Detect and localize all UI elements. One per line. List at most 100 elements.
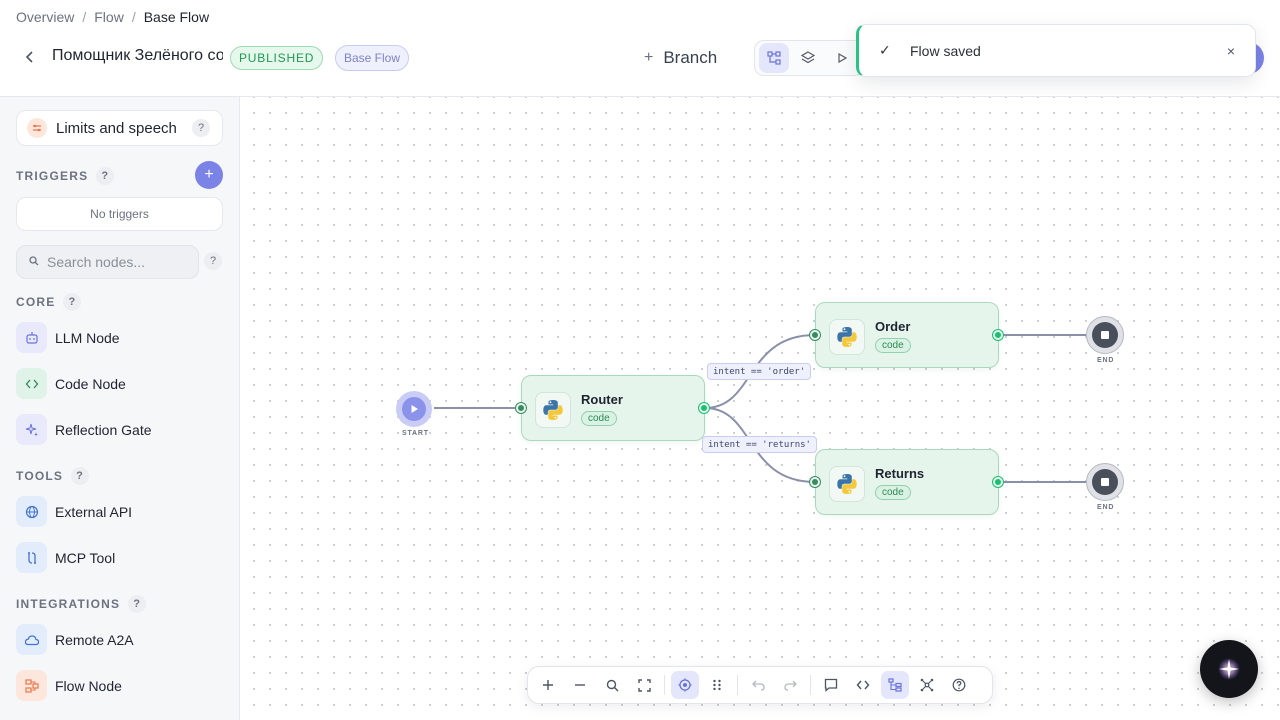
crosshair-icon	[678, 678, 692, 692]
breadcrumb-overview[interactable]: Overview	[16, 9, 74, 25]
view-toggle	[754, 40, 864, 76]
comments-button[interactable]	[817, 671, 845, 699]
fit-view-button[interactable]	[630, 671, 658, 699]
palette-item-remote-a2a[interactable]: Remote A2A	[16, 624, 134, 655]
breadcrumb-flow[interactable]: Flow	[94, 9, 124, 25]
branch-label: Branch	[663, 48, 718, 67]
search-input[interactable]	[47, 254, 187, 270]
auto-layout-button[interactable]	[881, 671, 909, 699]
palette-item-label: LLM Node	[55, 329, 120, 346]
help-icon[interactable]: ?	[192, 119, 210, 137]
input-handle[interactable]	[516, 403, 526, 413]
node-type-tag: code	[875, 485, 911, 500]
branch-button[interactable]: + Branch	[644, 48, 717, 68]
breadcrumb-current: Base Flow	[143, 9, 210, 25]
zoom-in-button[interactable]	[534, 671, 562, 699]
search-canvas-button[interactable]	[598, 671, 626, 699]
help-icon[interactable]: ?	[63, 293, 82, 311]
plug-icon	[16, 542, 47, 573]
undo-button[interactable]	[744, 671, 772, 699]
end-node-returns[interactable]	[1086, 463, 1124, 501]
palette-item-label: Flow Node	[55, 677, 122, 694]
chevron-left-icon	[25, 51, 33, 63]
palette-item-llm-node[interactable]: LLM Node	[16, 322, 120, 353]
fullscreen-icon	[637, 678, 651, 692]
node-title: Returns	[875, 466, 925, 481]
node-router[interactable]: Router code	[516, 375, 709, 441]
palette-item-label: Code Node	[55, 375, 126, 392]
sliders-icon	[27, 118, 47, 138]
search-box	[16, 245, 199, 279]
zoom-out-button[interactable]	[566, 671, 594, 699]
palette-item-mcp-tool[interactable]: MCP Tool	[16, 542, 115, 573]
limits-and-speech-button[interactable]: Limits and speech ?	[16, 110, 223, 146]
help-button[interactable]	[945, 671, 973, 699]
output-handle[interactable]	[699, 403, 709, 413]
chat-icon	[824, 678, 838, 692]
palette-item-label: Remote A2A	[55, 631, 134, 648]
node-type-tag: code	[875, 338, 911, 353]
integrations-label: INTEGRATIONS	[16, 597, 121, 611]
output-handle[interactable]	[993, 477, 1003, 487]
help-icon[interactable]: ?	[128, 595, 147, 613]
end-node-order[interactable]	[1086, 316, 1124, 354]
end-label: END	[1097, 504, 1115, 511]
integrations-heading: INTEGRATIONS ?	[16, 595, 147, 613]
breadcrumb-separator: /	[131, 9, 136, 25]
start-label: START	[402, 430, 429, 437]
palette-item-flow-node[interactable]: Flow Node	[16, 670, 122, 701]
redo-button[interactable]	[776, 671, 804, 699]
palette-item-code-node[interactable]: Code Node	[16, 368, 126, 399]
flow-tree-icon	[767, 51, 781, 65]
flow-node-icon	[16, 670, 47, 701]
edge-label-order[interactable]: intent == 'order'	[707, 363, 812, 380]
edge-label-returns[interactable]: intent == 'returns'	[702, 436, 817, 453]
canvas-toolbar	[527, 666, 993, 704]
start-node[interactable]	[396, 391, 432, 427]
tools-label: TOOLS	[16, 469, 64, 483]
sparkles-icon	[16, 414, 47, 445]
play-icon	[838, 53, 847, 63]
cloud-icon	[16, 624, 47, 655]
palette-item-reflection-gate[interactable]: Reflection Gate	[16, 414, 152, 445]
run-button[interactable]	[827, 43, 857, 73]
search-icon	[29, 255, 39, 269]
layers-button[interactable]	[793, 43, 823, 73]
flow-canvas[interactable]: START Router code Order code Returns cod…	[240, 97, 1280, 720]
help-circle-icon	[952, 678, 966, 692]
input-handle[interactable]	[810, 477, 820, 487]
flow-badge[interactable]: Base Flow	[335, 45, 410, 71]
limits-label: Limits and speech	[56, 119, 177, 137]
graph-view-button[interactable]	[913, 671, 941, 699]
help-icon[interactable]: ?	[71, 467, 90, 485]
palette-item-external-api[interactable]: External API	[16, 496, 132, 527]
palette-item-label: Reflection Gate	[55, 421, 152, 438]
close-icon[interactable]: ×	[1227, 43, 1235, 59]
node-palette-sidebar: Limits and speech ? TRIGGERS ? + No trig…	[0, 97, 240, 720]
add-trigger-button[interactable]: +	[195, 161, 223, 189]
back-button[interactable]	[20, 47, 40, 67]
globe-icon	[16, 496, 47, 527]
node-order[interactable]: Order code	[810, 302, 1003, 368]
toolbar-divider	[810, 675, 811, 695]
triggers-heading: TRIGGERS ?	[16, 167, 115, 185]
core-heading: CORE ?	[16, 293, 82, 311]
core-label: CORE	[16, 295, 56, 309]
code-view-button[interactable]	[849, 671, 877, 699]
plus-icon	[543, 680, 553, 690]
stop-icon	[1092, 322, 1118, 348]
ai-assistant-button[interactable]	[1200, 640, 1258, 698]
input-handle[interactable]	[810, 330, 820, 340]
help-icon[interactable]: ?	[96, 167, 115, 185]
search-icon	[606, 679, 618, 691]
flow-view-button[interactable]	[759, 43, 789, 73]
grid-button[interactable]	[703, 671, 731, 699]
sparkle-icon	[1218, 658, 1240, 680]
focus-button[interactable]	[671, 671, 699, 699]
tools-heading: TOOLS ?	[16, 467, 90, 485]
undo-icon	[751, 680, 765, 691]
output-handle[interactable]	[993, 330, 1003, 340]
toolbar-divider	[737, 675, 738, 695]
node-returns[interactable]: Returns code	[810, 449, 1003, 515]
help-icon[interactable]: ?	[204, 252, 222, 270]
